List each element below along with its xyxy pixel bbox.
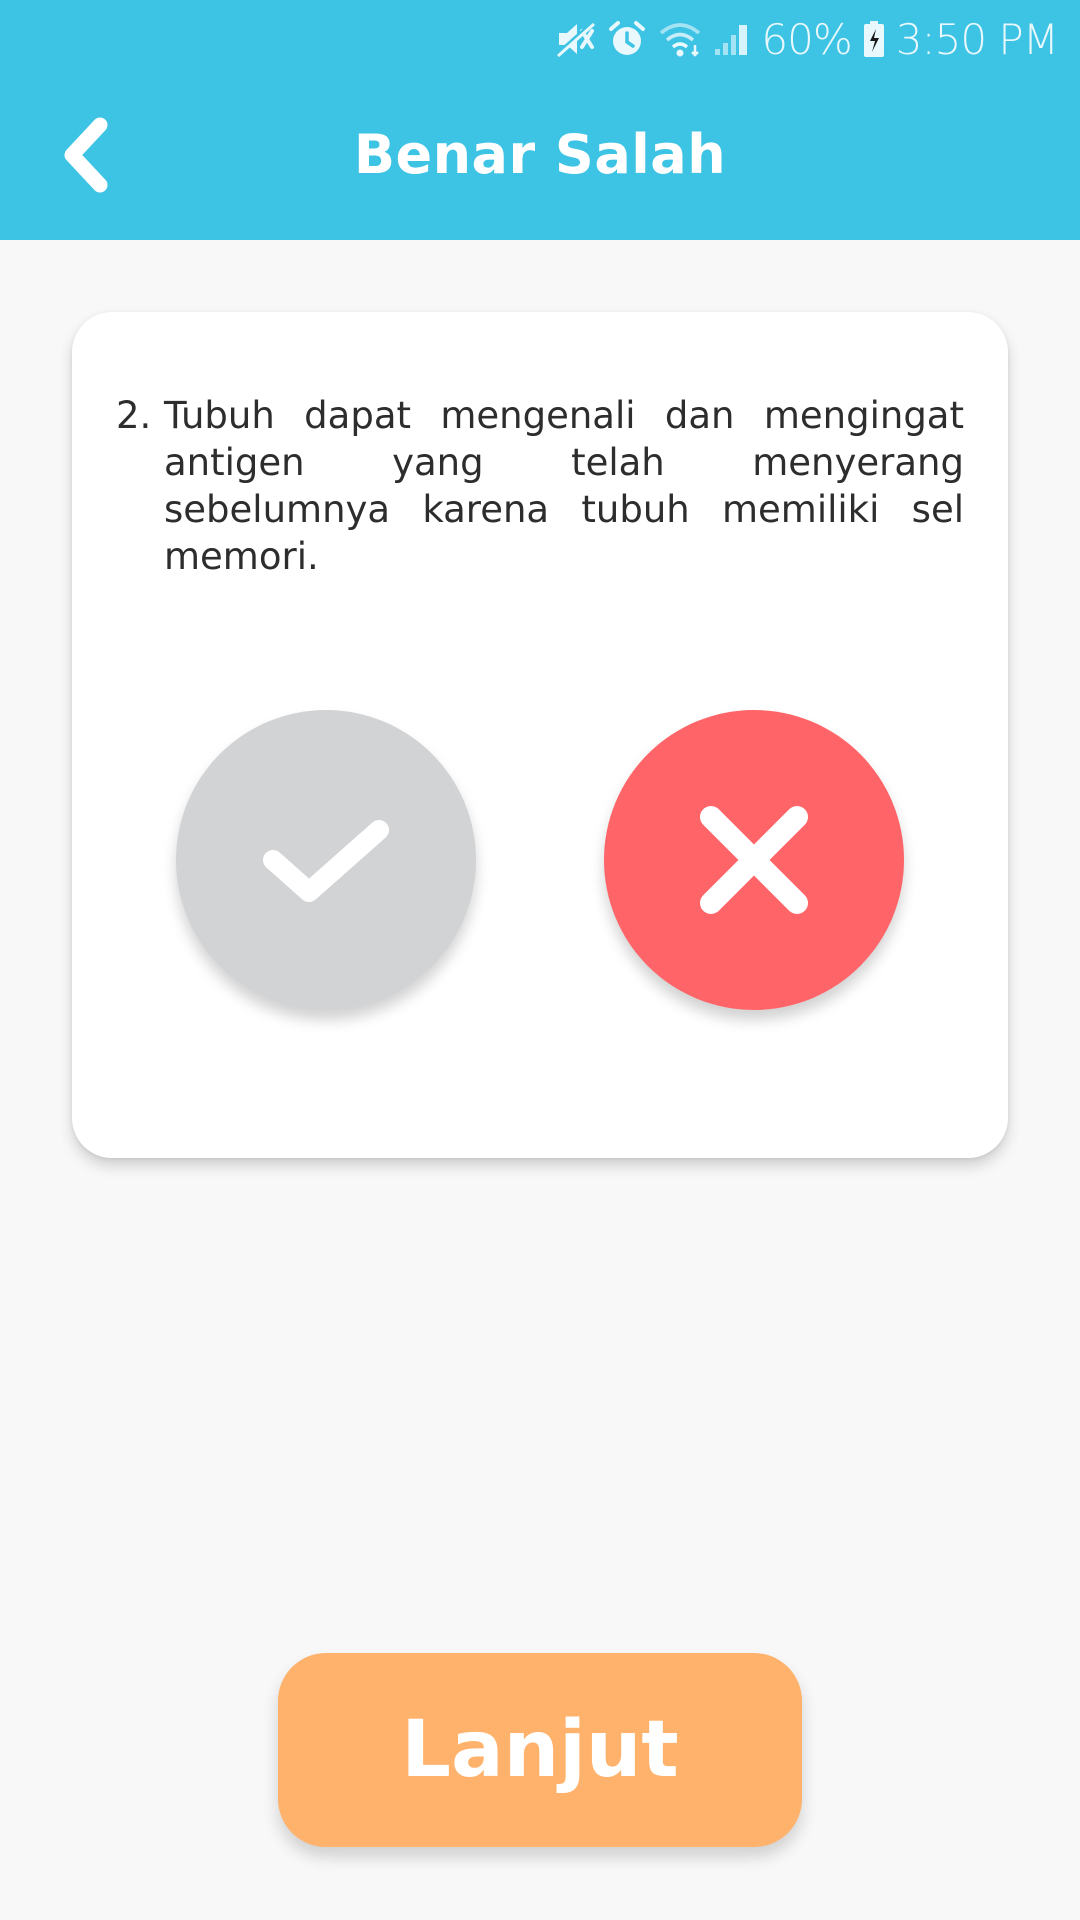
battery-charging-icon <box>862 19 886 59</box>
false-button[interactable] <box>604 710 904 1010</box>
mute-icon <box>555 19 597 59</box>
check-icon <box>263 820 389 902</box>
close-icon <box>700 806 808 914</box>
page-title: Benar Salah <box>353 123 727 186</box>
status-bar: 60% 3:50 PM <box>555 12 1059 66</box>
question-number: 2. <box>116 394 152 437</box>
question-text: Tubuh dapat mengenali dan mengingat anti… <box>164 394 964 578</box>
wifi-icon <box>657 19 703 59</box>
next-button[interactable]: Lanjut <box>278 1653 802 1847</box>
true-button[interactable] <box>176 710 476 1010</box>
alarm-icon <box>607 19 647 59</box>
battery-percent: 60% <box>761 14 852 64</box>
question: 2. Tubuh dapat mengenali dan mengingat a… <box>116 392 964 580</box>
app-bar: 60% 3:50 PM Benar Salah <box>0 0 1080 240</box>
signal-icon <box>713 19 751 59</box>
clock: 3:50 PM <box>895 14 1059 64</box>
question-card: 2. Tubuh dapat mengenali dan mengingat a… <box>72 312 1008 1158</box>
